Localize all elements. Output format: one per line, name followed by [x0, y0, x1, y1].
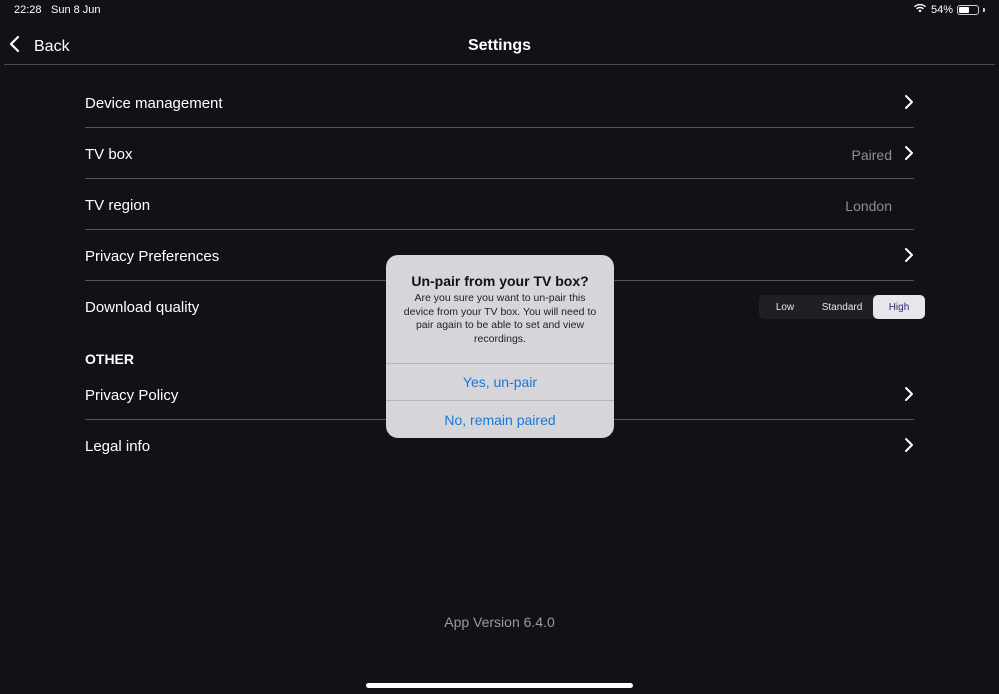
- status-bar: 22:28 Sun 8 Jun 54%: [0, 0, 999, 20]
- chevron-right-icon: [904, 247, 914, 267]
- confirm-unpair-button[interactable]: Yes, un-pair: [386, 374, 614, 390]
- nav-divider: [4, 64, 995, 65]
- row-label: Legal info: [85, 438, 151, 455]
- status-date: Sun 8 Jun: [51, 4, 101, 16]
- dialog-divider: [386, 400, 614, 401]
- remain-paired-button[interactable]: No, remain paired: [386, 412, 614, 428]
- row-label: Privacy Policy: [85, 387, 179, 404]
- row-tv-box[interactable]: TV box Paired: [85, 128, 914, 179]
- chevron-right-icon: [904, 145, 914, 165]
- segment-standard[interactable]: Standard: [811, 295, 873, 319]
- chevron-right-icon: [904, 437, 914, 457]
- segment-high[interactable]: High: [873, 295, 925, 319]
- row-label: Device management: [85, 95, 223, 112]
- dialog-divider: [386, 363, 614, 364]
- unpair-alert-dialog: Un-pair from your TV box? Are you sure y…: [386, 255, 614, 438]
- row-label: TV region: [85, 197, 151, 214]
- app-version: App Version 6.4.0: [444, 614, 555, 630]
- dialog-title: Un-pair from your TV box?: [411, 273, 589, 289]
- chevron-right-icon: [904, 94, 914, 114]
- navigation-bar: Back Settings: [0, 26, 999, 66]
- row-label: TV box: [85, 146, 133, 163]
- home-indicator[interactable]: [366, 683, 633, 688]
- chevron-right-icon: [904, 386, 914, 406]
- row-label: Download quality: [85, 299, 200, 316]
- status-time: 22:28: [14, 4, 42, 16]
- page-title: Settings: [467, 37, 532, 54]
- wifi-icon: [913, 3, 927, 16]
- battery-icon: [957, 4, 979, 15]
- tv-region-value: London: [845, 198, 892, 214]
- tv-box-status: Paired: [851, 147, 892, 163]
- section-header-other: OTHER: [85, 351, 134, 367]
- row-device-management[interactable]: Device management: [85, 77, 914, 128]
- battery-tip: [983, 7, 985, 12]
- download-quality-segmented-control: Low Standard High: [759, 295, 925, 319]
- row-label: Privacy Preferences: [85, 248, 220, 265]
- segment-low[interactable]: Low: [759, 295, 811, 319]
- dialog-message: Are you sure you want to un-pair this de…: [403, 292, 597, 345]
- status-right: 54%: [913, 3, 985, 16]
- row-tv-region: TV region London: [85, 179, 914, 230]
- battery-percent: 54%: [930, 3, 953, 16]
